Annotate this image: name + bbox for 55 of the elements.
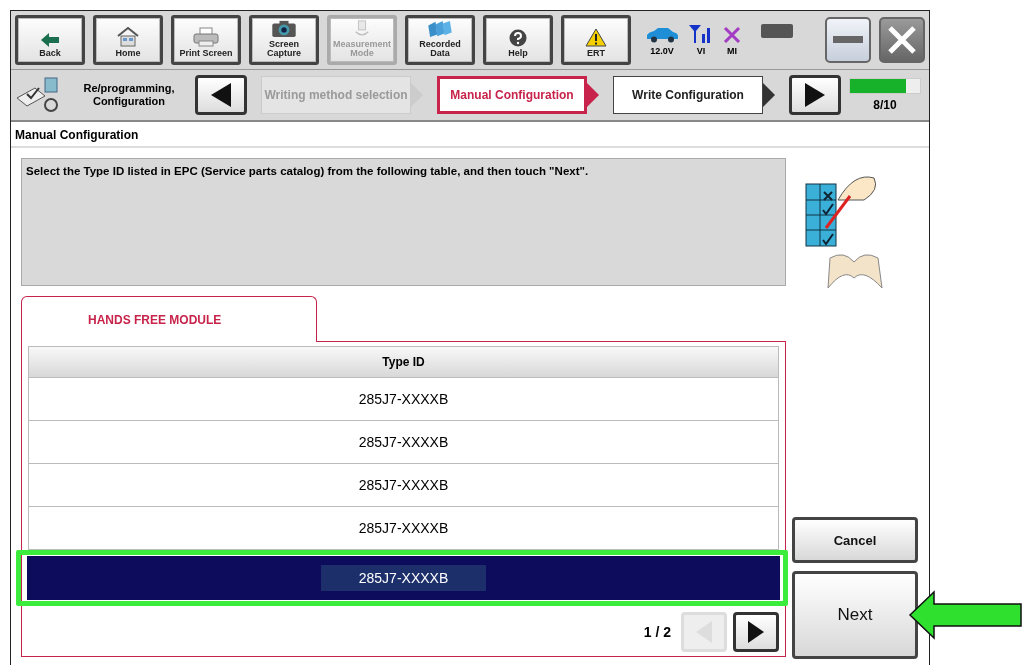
toolbar-button[interactable]: Back [15,15,85,65]
section-label: Re/programming, Configuration [82,81,176,109]
close-icon [887,25,917,55]
battery-icon [761,24,793,38]
module-tab[interactable]: HANDS FREE MODULE [21,296,317,342]
cancel-button[interactable]: Cancel [792,517,918,563]
toolbar-button[interactable]: Help [483,15,553,65]
table-cell: 285J7-XXXXB [320,565,487,591]
toolbar-button[interactable]: Print Screen [171,15,241,65]
printer-icon [193,27,219,47]
arrow-left-icon [41,33,59,47]
table-cell: 285J7-XXXXB [358,520,449,536]
folders-icon [426,20,454,38]
step-tab[interactable]: Write Configuration [613,76,763,114]
minimize-icon [833,36,863,44]
close-button[interactable] [879,17,925,63]
chevron-icon [587,83,599,107]
chevron-icon [411,83,423,107]
triangle-left-icon [211,83,231,107]
table-row[interactable]: 285J7-XXXXB [28,421,779,464]
table-cell: 285J7-XXXXB [358,477,449,493]
help-icon [509,29,527,47]
status-label: VI [696,46,706,56]
signal-icon [689,25,713,43]
step-counter: 8/10 [873,98,897,112]
toolbar-button[interactable]: Screen Capture [249,15,319,65]
toolbar-button[interactable]: Recorded Data [405,15,475,65]
page-title: Manual Configuration [11,122,929,148]
status-label: MI [727,46,737,56]
table-cell: 285J7-XXXXB [358,391,449,407]
table-row[interactable]: 285J7-XXXXB [27,556,780,600]
next-step-button[interactable] [789,75,841,115]
minimize-button[interactable] [825,17,871,63]
warning-icon [585,28,607,47]
previous-step-button[interactable] [195,75,247,115]
page-indicator: 1 / 2 [643,624,671,640]
cross-icon [723,27,741,43]
toolbar-button[interactable]: Home [93,15,163,65]
table-cell: 285J7-XXXXB [358,434,449,450]
chevron-icon [763,83,775,107]
status-label: 12.0V [650,46,674,56]
next-button[interactable]: Next [792,571,918,659]
table-row[interactable]: 285J7-XXXXB [28,507,779,550]
triangle-right-icon [748,621,764,643]
toolbar-button[interactable]: ERT [561,15,631,65]
instruction-text: Select the Type ID listed in EPC (Service parts catalog) from the following table, and then touch "Next". [21,158,786,286]
table-row[interactable]: 285J7-XXXXB [28,464,779,507]
step-tab[interactable]: Manual Configuration [437,76,587,114]
next-page-button[interactable] [733,612,779,652]
table-row[interactable]: 285J7-XXXXB [28,378,779,421]
camera-icon [270,20,298,38]
triangle-right-icon [805,83,825,107]
house-icon [117,27,139,47]
car-icon [645,27,679,43]
column-header: Type ID [28,346,779,378]
